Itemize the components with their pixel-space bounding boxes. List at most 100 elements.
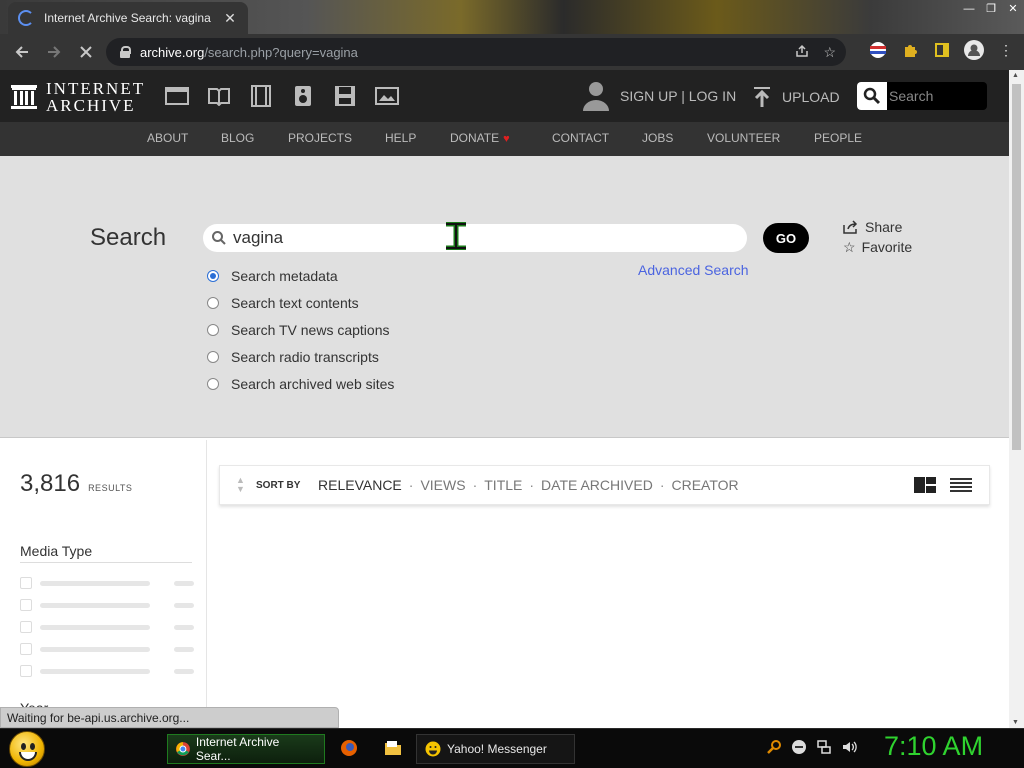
- search-option-radio[interactable]: Search radio transcripts: [207, 343, 394, 370]
- main-search-input[interactable]: vagina: [203, 224, 747, 252]
- sort-separator: ·: [408, 477, 414, 493]
- radio-button[interactable]: [207, 350, 219, 363]
- text-cursor-icon: [446, 222, 466, 250]
- share-favorite: Share ☆ Favorite: [843, 217, 912, 257]
- web-archive-icon[interactable]: [164, 84, 190, 108]
- search-option-tv[interactable]: Search TV news captions: [207, 316, 394, 343]
- more-menu-icon[interactable]: ⋮: [996, 40, 1016, 60]
- share-label: Share: [865, 219, 903, 235]
- nav-volunteer[interactable]: VOLUNTEER: [707, 131, 780, 145]
- browser-tab[interactable]: Internet Archive Search: vagina ✕: [8, 2, 248, 34]
- puzzle-extensions-icon[interactable]: [900, 40, 920, 60]
- profile-avatar-icon[interactable]: [964, 40, 984, 60]
- nav-projects[interactable]: PROJECTS: [288, 131, 352, 145]
- facet-checkbox[interactable]: [20, 621, 32, 633]
- texts-book-icon[interactable]: [206, 84, 232, 108]
- network-tray-icon[interactable]: [816, 739, 832, 758]
- facet-checkbox[interactable]: [20, 643, 32, 655]
- task-yahoo-messenger[interactable]: Yahoo! Messenger: [416, 734, 575, 764]
- audio-speaker-icon[interactable]: [290, 84, 316, 108]
- sort-relevance[interactable]: RELEVANCE: [318, 477, 402, 493]
- signup-login-link[interactable]: SIGN UP | LOG IN: [620, 88, 736, 104]
- start-button-smiley-icon[interactable]: [9, 731, 45, 767]
- stop-loading-icon[interactable]: [70, 36, 102, 68]
- close-window-icon[interactable]: ✕: [1002, 0, 1024, 18]
- nav-people[interactable]: PEOPLE: [814, 131, 862, 145]
- favorite-label: Favorite: [861, 239, 913, 255]
- go-button[interactable]: GO: [763, 223, 809, 253]
- sort-by-label: SORT BY: [256, 480, 301, 491]
- facet-checkbox[interactable]: [20, 577, 32, 589]
- video-film-icon[interactable]: [248, 84, 274, 108]
- header-search-input[interactable]: [887, 88, 983, 104]
- favorite-link[interactable]: ☆ Favorite: [843, 237, 912, 257]
- search-option-web[interactable]: Search archived web sites: [207, 370, 394, 397]
- key-tray-icon[interactable]: [766, 739, 782, 758]
- sort-title[interactable]: TITLE: [484, 477, 522, 493]
- taskbar-clock[interactable]: 7:10 AM: [884, 731, 983, 762]
- restore-icon[interactable]: ❐: [980, 0, 1002, 18]
- facet-count-placeholder: [174, 669, 194, 674]
- radio-button[interactable]: [207, 269, 219, 282]
- sort-views[interactable]: VIEWS: [420, 477, 465, 493]
- back-arrow-icon[interactable]: [6, 36, 38, 68]
- sort-direction-icon[interactable]: ▲ ▼: [236, 476, 245, 494]
- task-internet-archive[interactable]: Internet Archive Sear...: [167, 734, 325, 764]
- archive-temple-icon: [11, 85, 37, 109]
- search-option-metadata[interactable]: Search metadata: [207, 262, 394, 289]
- facet-label-placeholder: [40, 669, 150, 674]
- nav-donate[interactable]: DONATE ♥: [450, 131, 510, 145]
- scroll-up-icon[interactable]: ▲: [1012, 72, 1019, 79]
- bookmark-star-icon[interactable]: ☆: [823, 44, 836, 61]
- user-menu[interactable]: SIGN UP | LOG IN: [582, 80, 736, 112]
- task-label: Yahoo! Messenger: [447, 742, 547, 756]
- minus-circle-tray-icon[interactable]: [791, 739, 807, 758]
- scrollbar-thumb[interactable]: [1012, 84, 1021, 450]
- window-controls: — ❐ ✕: [958, 0, 1024, 18]
- radio-button[interactable]: [207, 296, 219, 309]
- sort-date-archived[interactable]: DATE ARCHIVED: [541, 477, 653, 493]
- nav-contact[interactable]: CONTACT: [552, 131, 609, 145]
- search-query-text: vagina: [233, 228, 284, 247]
- radio-button[interactable]: [207, 377, 219, 390]
- nav-about[interactable]: ABOUT: [147, 131, 188, 145]
- logo-line-1: INTERNET: [46, 79, 146, 98]
- tab-close-icon[interactable]: ✕: [222, 10, 238, 27]
- facet-checkbox[interactable]: [20, 665, 32, 677]
- volume-tray-icon[interactable]: [841, 739, 857, 758]
- search-option-text[interactable]: Search text contents: [207, 289, 394, 316]
- address-bar[interactable]: archive.org/search.php?query=vagina ☆: [106, 38, 846, 66]
- list-view-icon[interactable]: [949, 476, 973, 499]
- browser-status-bubble: Waiting for be-api.us.archive.org...: [0, 707, 339, 728]
- nav-blog[interactable]: BLOG: [221, 131, 254, 145]
- upload-arrow-icon: [754, 87, 770, 107]
- firefox-icon[interactable]: [339, 738, 359, 758]
- extension-icons: ⋮: [868, 40, 1016, 60]
- facet-count-placeholder: [174, 647, 194, 652]
- scroll-down-icon[interactable]: ▼: [1012, 719, 1019, 726]
- ia-top-nav: ABOUT BLOG PROJECTS HELP DONATE ♥ CONTACT…: [0, 122, 1009, 156]
- facet-label-placeholder: [40, 625, 150, 630]
- tab-title: Internet Archive Search: vagina: [44, 11, 211, 25]
- nav-help[interactable]: HELP: [385, 131, 416, 145]
- software-floppy-icon[interactable]: [332, 84, 358, 108]
- search-icon[interactable]: [857, 82, 887, 110]
- images-icon[interactable]: [374, 84, 400, 108]
- tile-view-icon[interactable]: [913, 476, 937, 499]
- facet-count-placeholder: [174, 625, 194, 630]
- minimize-icon[interactable]: —: [958, 0, 980, 18]
- sort-creator[interactable]: CREATOR: [671, 477, 738, 493]
- facet-checkbox[interactable]: [20, 599, 32, 611]
- folder-icon[interactable]: [383, 738, 403, 758]
- ia-logo[interactable]: INTERNET ARCHIVE: [10, 80, 145, 114]
- share-link[interactable]: Share: [843, 217, 912, 237]
- radio-button[interactable]: [207, 323, 219, 336]
- sidebar-panel-icon[interactable]: [932, 40, 952, 60]
- upload-button[interactable]: UPLOAD: [752, 86, 840, 108]
- nav-jobs[interactable]: JOBS: [642, 131, 673, 145]
- advanced-search-link[interactable]: Advanced Search: [638, 262, 749, 278]
- page-scrollbar[interactable]: ▲ ▼: [1009, 70, 1024, 728]
- forward-arrow-icon[interactable]: [38, 36, 70, 68]
- share-page-icon[interactable]: [795, 44, 809, 61]
- flag-extension-icon[interactable]: [868, 40, 888, 60]
